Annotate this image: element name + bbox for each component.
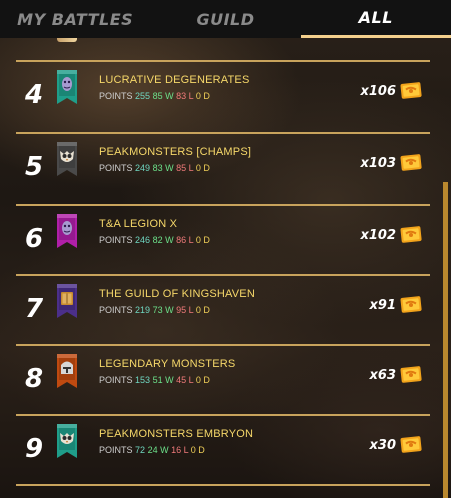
tab-bar: MY BATTLES GUILD ALL [0, 0, 451, 38]
reward-chest-icon [400, 224, 422, 244]
reward-chest-icon [400, 152, 422, 172]
reward-multiplier: x63 [369, 368, 396, 383]
guild-banner [57, 284, 77, 318]
guild-banner [57, 354, 77, 388]
tab-all[interactable]: ALL [300, 0, 451, 38]
wins-value: 73 W [152, 305, 174, 315]
guild-banner [57, 70, 77, 104]
points-label: POINTS [99, 91, 133, 101]
guild-name[interactable]: LEGENDARY MONSTERS [99, 358, 235, 370]
guild-info: PEAKMONSTERS EMBRYON POINTS 72 24 W 16 L… [99, 428, 253, 455]
rank-number: 9 [24, 434, 44, 464]
guild-name[interactable]: PEAKMONSTERS EMBRYON [99, 428, 253, 440]
reward-multiplier: x106 [360, 84, 396, 99]
guild-banner [57, 214, 77, 248]
draws-value: 0 D [195, 91, 210, 101]
losses-value: 85 L [176, 163, 194, 173]
wins-value: 82 W [152, 235, 174, 245]
reward-multiplier: x30 [369, 438, 396, 453]
guild-banner [57, 424, 77, 458]
reward-multiplier: x103 [360, 156, 396, 171]
leaderboard-row[interactable]: 7 THE GUILD OF KINGSHAVEN POINTS 219 73 … [0, 276, 440, 344]
guild-stats: POINTS 72 24 W 16 L 0 D [99, 445, 253, 455]
reward-chest-icon [400, 434, 422, 454]
book-icon [61, 292, 73, 305]
points-label: POINTS [99, 305, 133, 315]
scrollbar[interactable] [443, 182, 448, 498]
points-value: 246 [135, 235, 151, 245]
wins-value: 85 W [152, 91, 174, 101]
draws-value: 0 D [190, 445, 205, 455]
points-label: POINTS [99, 445, 133, 455]
losses-value: 86 L [176, 235, 194, 245]
guild-name[interactable]: THE GUILD OF KINGSHAVEN [99, 288, 255, 300]
rank-number: 5 [24, 152, 44, 182]
rank-number: 4 [24, 80, 44, 110]
reward-multiplier: x91 [369, 298, 396, 313]
monster-icon [62, 77, 72, 91]
previous-row-banner-stub [57, 38, 77, 42]
draws-value: 0 D [195, 305, 210, 315]
losses-value: 83 L [176, 91, 194, 101]
tab-my-battles[interactable]: MY BATTLES [0, 0, 150, 38]
wins-value: 24 W [147, 445, 169, 455]
monster-icon [62, 221, 72, 235]
guild-stats: POINTS 246 82 W 86 L 0 D [99, 235, 210, 245]
divider [16, 484, 430, 486]
leaderboard-row[interactable]: 4 LUCRATIVE DEGENERATES POINTS 255 85 W … [0, 62, 440, 130]
draws-value: 0 D [195, 375, 210, 385]
guild-name[interactable]: T&A LEGION X [99, 218, 210, 230]
points-value: 72 [135, 445, 146, 455]
guild-info: T&A LEGION X POINTS 246 82 W 86 L 0 D [99, 218, 210, 245]
points-value: 153 [135, 375, 151, 385]
points-value: 255 [135, 91, 151, 101]
losses-value: 95 L [176, 305, 194, 315]
losses-value: 45 L [176, 375, 194, 385]
leaderboard-row[interactable]: 6 T&A LEGION X POINTS 246 82 W 86 L 0 D … [0, 206, 440, 274]
leaderboard-row[interactable]: 9 PEAKMONSTERS EMBRYON POINTS 72 24 W 16… [0, 416, 440, 484]
leaderboard-row[interactable]: 8 LEGENDARY MONSTERS POINTS 153 51 W 45 … [0, 346, 440, 414]
guild-stats: POINTS 249 83 W 85 L 0 D [99, 163, 251, 173]
points-label: POINTS [99, 235, 133, 245]
guild-leaderboard-list: 4 LUCRATIVE DEGENERATES POINTS 255 85 W … [0, 38, 451, 498]
guild-info: PEAKMONSTERS [CHAMPS] POINTS 249 83 W 85… [99, 146, 251, 173]
wins-value: 83 W [152, 163, 174, 173]
reward-multiplier: x102 [360, 228, 396, 243]
reward-chest-icon [400, 80, 422, 100]
points-value: 219 [135, 305, 151, 315]
guild-info: LEGENDARY MONSTERS POINTS 153 51 W 45 L … [99, 358, 235, 385]
guild-stats: POINTS 219 73 W 95 L 0 D [99, 305, 255, 315]
tab-guild[interactable]: GUILD [150, 0, 300, 38]
points-value: 249 [135, 163, 151, 173]
rank-number: 7 [24, 294, 44, 324]
guild-banner [57, 142, 77, 176]
guild-info: LUCRATIVE DEGENERATES POINTS 255 85 W 83… [99, 74, 250, 101]
guild-info: THE GUILD OF KINGSHAVEN POINTS 219 73 W … [99, 288, 255, 315]
guild-stats: POINTS 255 85 W 83 L 0 D [99, 91, 250, 101]
reward-chest-icon [400, 364, 422, 384]
losses-value: 16 L [171, 445, 189, 455]
reward-chest-icon [400, 294, 422, 314]
draws-value: 0 D [195, 163, 210, 173]
wins-value: 51 W [152, 375, 174, 385]
rank-number: 6 [24, 224, 44, 254]
rank-number: 8 [24, 364, 44, 394]
draws-value: 0 D [195, 235, 210, 245]
guild-name[interactable]: PEAKMONSTERS [CHAMPS] [99, 146, 251, 158]
guild-stats: POINTS 153 51 W 45 L 0 D [99, 375, 235, 385]
leaderboard-row[interactable]: 5 PEAKMONSTERS [CHAMPS] POINTS 249 83 W … [0, 134, 440, 202]
points-label: POINTS [99, 375, 133, 385]
guild-name[interactable]: LUCRATIVE DEGENERATES [99, 74, 250, 86]
helmet-icon [61, 361, 73, 374]
points-label: POINTS [99, 163, 133, 173]
